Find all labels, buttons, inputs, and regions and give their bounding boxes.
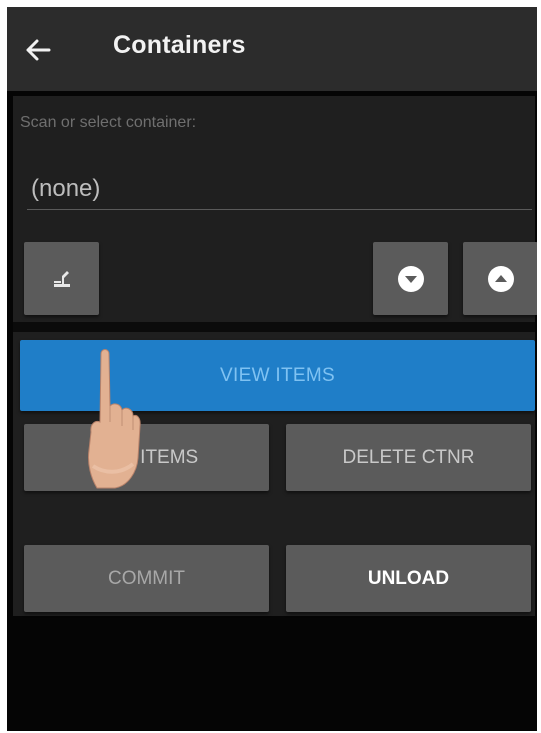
scan-label: Scan or select container: [20,114,197,131]
container-panel: Scan or select container: (none) VIEW IT… [13,96,537,616]
scan-trigger-icon [53,270,70,287]
circle-chevron-down-icon [397,265,424,292]
scan-button[interactable] [24,242,99,315]
section-divider [13,322,535,332]
container-value: (none) [31,175,101,202]
view-items-button[interactable]: VIEW ITEMS [20,340,535,411]
previous-container-button[interactable] [373,242,448,315]
arrow-left-icon[interactable] [23,35,53,65]
device-screen: Containers Scan or select container: (no… [7,7,537,731]
circle-chevron-up-icon [487,265,514,292]
container-select[interactable]: (none) [27,165,532,210]
commit-button[interactable]: COMMIT [24,545,269,612]
delete-container-button[interactable]: DELETE CTNR [286,424,531,491]
app-bar: Containers [7,7,537,91]
add-items-button[interactable]: ADD ITEMS [24,424,269,491]
unload-button[interactable]: UNLOAD [286,545,531,612]
page-title: Containers [113,31,246,59]
next-container-button[interactable] [463,242,537,315]
